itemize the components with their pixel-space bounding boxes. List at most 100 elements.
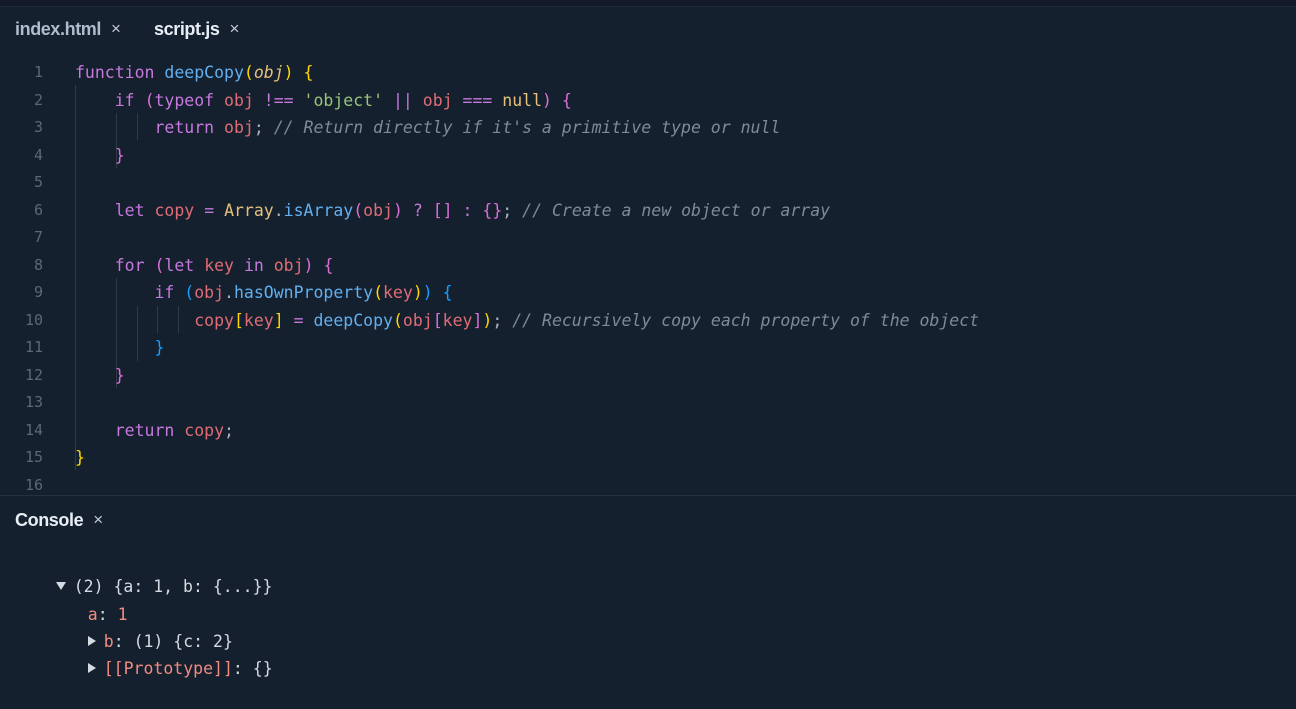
console-entry-a: a: 1: [48, 574, 128, 624]
line-number: 13: [24, 393, 43, 411]
code-text: }: [75, 334, 164, 362]
close-icon[interactable]: ×: [229, 19, 239, 39]
code-token: obj: [402, 310, 433, 330]
code-line[interactable]: 10 copy[key] = deepCopy(obj[key]); // Re…: [0, 307, 1296, 335]
code-token: (: [353, 200, 364, 220]
code-token: ]: [472, 310, 483, 330]
code-text: copy[key] = deepCopy(obj[key]); // Recur…: [75, 307, 979, 335]
code-editor[interactable]: 1 function deepCopy(obj) {2 if (typeof ob…: [0, 58, 1296, 496]
code-token: ;: [502, 200, 523, 220]
code-line[interactable]: 8 for (let key in obj) {: [0, 252, 1296, 280]
code-token: [: [233, 310, 244, 330]
code-token: copy: [184, 420, 225, 440]
console-entry-b[interactable]: b: (1) {c: 2}: [48, 601, 233, 651]
code-token: (: [392, 310, 403, 330]
code-text: }: [75, 444, 85, 472]
line-number: 12: [24, 365, 43, 384]
code-line[interactable]: 1 function deepCopy(obj) {: [0, 59, 1296, 87]
code-token: ===: [462, 90, 493, 110]
line-number: 1: [33, 63, 43, 81]
close-icon[interactable]: ×: [93, 510, 103, 530]
code-token: (: [373, 283, 383, 302]
code-line[interactable]: 15}: [0, 444, 1296, 472]
code-text: return obj; // Return directly if it's a…: [75, 114, 780, 142]
code-text: return copy;: [75, 417, 234, 445]
window-top-strip: [0, 0, 1296, 7]
object-preview: {a: 1, b: {...}}: [113, 577, 273, 596]
code-line[interactable]: 2 if (typeof obj !== 'object' || obj ===…: [0, 87, 1296, 115]
code-line[interactable]: 7: [0, 224, 1296, 252]
line-number: 9: [33, 283, 43, 301]
console-title: Console: [15, 509, 84, 530]
editor-tab-bar: index.html × script.js ×: [0, 7, 1296, 49]
code-token: obj: [422, 90, 453, 110]
code-token: deepCopy: [313, 310, 393, 330]
code-token: // Recursively copy each property of the…: [512, 310, 980, 330]
code-token: ||: [392, 90, 413, 110]
code-token: {: [323, 255, 334, 275]
code-token: (: [154, 255, 165, 275]
code-token: .: [273, 200, 284, 220]
code-token: (: [243, 63, 254, 82]
code-token: key: [243, 310, 274, 330]
console-object-root[interactable]: (2) {a: 1, b: {...}}: [16, 546, 272, 596]
code-token: // Create a new object or array: [522, 200, 831, 220]
code-line[interactable]: 5: [0, 169, 1296, 197]
code-line[interactable]: 9 if (obj.hasOwnProperty(key)) {: [0, 279, 1296, 307]
code-token: in: [243, 255, 264, 275]
code-line[interactable]: 6 let copy = Array.isArray(obj) ? [] : {…: [0, 197, 1296, 225]
code-token: deepCopy: [164, 63, 244, 82]
caret-right-icon[interactable]: [87, 662, 96, 673]
code-line[interactable]: 12 }: [0, 362, 1296, 390]
code-line[interactable]: 3 return obj; // Return directly if it's…: [0, 114, 1296, 142]
code-token: ): [412, 283, 423, 302]
line-number: 6: [33, 200, 43, 219]
code-text: }: [75, 142, 125, 170]
code-token: (: [144, 90, 155, 110]
code-token: copy: [154, 200, 195, 220]
code-line[interactable]: 11 }: [0, 334, 1296, 362]
code-token: }: [154, 338, 165, 357]
code-text: }: [75, 362, 125, 390]
console-tab[interactable]: Console ×: [15, 508, 103, 532]
tab-index-html[interactable]: index.html ×: [15, 17, 121, 41]
code-token: obj: [194, 283, 225, 302]
code-line[interactable]: 14 return copy;: [0, 417, 1296, 445]
code-token: ): [482, 310, 493, 330]
close-icon[interactable]: ×: [111, 19, 121, 39]
code-token: }: [114, 365, 125, 385]
code-token: ): [303, 255, 314, 275]
code-token: // Return directly if it's a primitive t…: [273, 118, 781, 137]
code-text: let copy = Array.isArray(obj) ? [] : {};…: [75, 197, 830, 225]
code-token: if: [114, 90, 135, 110]
line-number: 7: [33, 228, 43, 246]
code-line[interactable]: 13: [0, 389, 1296, 417]
code-token: key: [383, 283, 413, 302]
tab-label: script.js: [154, 18, 220, 39]
line-number: 10: [24, 310, 43, 329]
code-token: ]: [273, 310, 284, 330]
console-entry-prototype[interactable]: [[Prototype]]: {}: [48, 628, 273, 678]
code-token: ;: [253, 118, 274, 137]
line-number: 2: [33, 90, 43, 109]
code-line[interactable]: 4 }: [0, 142, 1296, 170]
line-number: 14: [24, 420, 43, 439]
code-token: [: [432, 310, 443, 330]
tab-script-js[interactable]: script.js ×: [154, 17, 239, 41]
code-token: {}: [482, 200, 503, 220]
